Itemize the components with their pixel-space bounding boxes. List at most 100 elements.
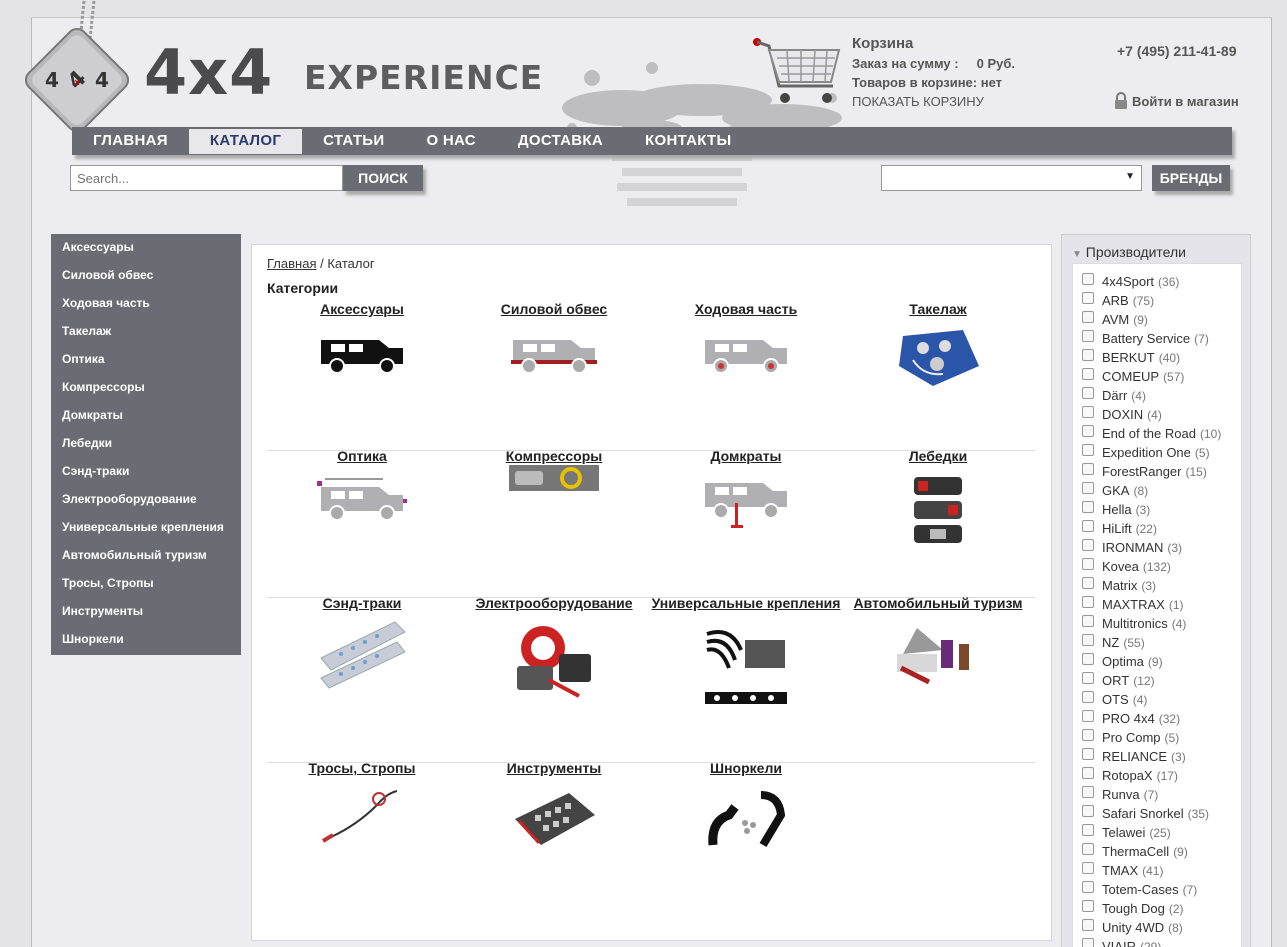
manufacturer-filter[interactable]: ThermaCell (9) (1073, 842, 1241, 861)
checkbox[interactable] (1082, 310, 1094, 323)
search-input[interactable] (70, 165, 343, 191)
checkbox[interactable] (1082, 614, 1094, 627)
manufacturer-filter[interactable]: MAXTRAX (1) (1073, 595, 1241, 614)
checkbox[interactable] (1082, 690, 1094, 703)
category-card[interactable]: Электрооборудование (459, 594, 649, 700)
checkbox[interactable] (1082, 785, 1094, 798)
manufacturer-name[interactable]: TMAX (1102, 863, 1138, 878)
checkbox[interactable] (1082, 481, 1094, 494)
manufacturer-name[interactable]: MAXTRAX (1102, 597, 1165, 612)
brands-button[interactable]: БРЕНДЫ (1152, 165, 1230, 191)
menu-item-about[interactable]: О НАС (405, 127, 496, 155)
manufacturer-name[interactable]: 4x4Sport (1102, 274, 1154, 289)
category-name[interactable]: Компрессоры (459, 447, 649, 465)
checkbox[interactable] (1082, 424, 1094, 437)
show-cart-link[interactable]: ПОКАЗАТЬ КОРЗИНУ (852, 92, 1015, 111)
category-name[interactable]: Такелаж (843, 300, 1033, 318)
manufacturer-filter[interactable]: Tough Dog (2) (1073, 899, 1241, 918)
sidebar-item[interactable]: Домкраты (51, 408, 241, 436)
manufacturer-name[interactable]: HiLift (1102, 521, 1132, 536)
checkbox[interactable] (1082, 937, 1094, 947)
sidebar-item[interactable]: Аксессуары (51, 240, 241, 268)
manufacturer-filter[interactable]: Unity 4WD (8) (1073, 918, 1241, 937)
sidebar-item[interactable]: Оптика (51, 352, 241, 380)
checkbox[interactable] (1082, 842, 1094, 855)
manufacturer-name[interactable]: Pro Comp (1102, 730, 1161, 745)
manufacturer-name[interactable]: BERKUT (1102, 350, 1155, 365)
checkbox[interactable] (1082, 595, 1094, 608)
checkbox[interactable] (1082, 329, 1094, 342)
manufacturer-name[interactable]: Expedition One (1102, 445, 1191, 460)
checkbox[interactable] (1082, 671, 1094, 684)
category-name[interactable]: Электрооборудование (459, 594, 649, 612)
manufacturer-name[interactable]: PRO 4x4 (1102, 711, 1155, 726)
manufacturer-name[interactable]: End of the Road (1102, 426, 1196, 441)
checkbox[interactable] (1082, 538, 1094, 551)
manufacturer-filter[interactable]: HiLift (22) (1073, 519, 1241, 538)
manufacturer-filter[interactable]: ORT (12) (1073, 671, 1241, 690)
manufacturer-filter[interactable]: Totem-Cases (7) (1073, 880, 1241, 899)
manufacturer-name[interactable]: Tough Dog (1102, 901, 1165, 916)
manufacturer-filter[interactable]: Hella (3) (1073, 500, 1241, 519)
category-card[interactable]: Домкраты (651, 447, 841, 529)
category-card[interactable]: Автомобильный туризм (843, 594, 1033, 686)
sidebar-item[interactable]: Сэнд-траки (51, 464, 241, 492)
manufacturer-name[interactable]: Multitronics (1102, 616, 1168, 631)
checkbox[interactable] (1082, 367, 1094, 380)
category-card[interactable]: Силовой обвес (459, 300, 649, 376)
sidebar-item[interactable]: Такелаж (51, 324, 241, 352)
category-card[interactable]: Компрессоры (459, 447, 649, 491)
category-card[interactable]: Ходовая часть (651, 300, 841, 376)
manufacturer-name[interactable]: Totem-Cases (1102, 882, 1179, 897)
checkbox[interactable] (1082, 386, 1094, 399)
category-card[interactable]: Инструменты (459, 759, 649, 853)
logo-tag-icon[interactable]: 4 4 4 x (10, 1, 150, 141)
sidebar-item[interactable]: Ходовая часть (51, 296, 241, 324)
manufacturer-filter[interactable]: RotopaX (17) (1073, 766, 1241, 785)
category-card[interactable]: Тросы, Стропы (267, 759, 457, 847)
manufacturer-filter[interactable]: COMEUP (57) (1073, 367, 1241, 386)
manufacturer-name[interactable]: Telawei (1102, 825, 1145, 840)
checkbox[interactable] (1082, 899, 1094, 912)
logo-sub-text[interactable]: EXPERIENCE (304, 58, 543, 97)
manufacturer-filter[interactable]: OTS (4) (1073, 690, 1241, 709)
checkbox[interactable] (1082, 804, 1094, 817)
category-card[interactable]: Такелаж (843, 300, 1033, 388)
manufacturer-name[interactable]: ORT (1102, 673, 1129, 688)
manufacturer-filter[interactable]: Multitronics (4) (1073, 614, 1241, 633)
checkbox[interactable] (1082, 462, 1094, 475)
brand-select[interactable]: ▼ (881, 165, 1142, 191)
checkbox[interactable] (1082, 557, 1094, 570)
category-card[interactable]: Сэнд-траки (267, 594, 457, 690)
manufacturer-filter[interactable]: Optima (9) (1073, 652, 1241, 671)
checkbox[interactable] (1082, 405, 1094, 418)
manufacturer-name[interactable]: AVM (1102, 312, 1129, 327)
logo-main-text[interactable]: 4x4 (144, 36, 273, 109)
category-card[interactable]: Оптика (267, 447, 457, 525)
checkbox[interactable] (1082, 291, 1094, 304)
category-card[interactable]: Шноркели (651, 759, 841, 851)
manufacturer-name[interactable]: Därr (1102, 388, 1127, 403)
sidebar-item[interactable]: Инструменты (51, 604, 241, 632)
manufacturer-name[interactable]: Battery Service (1102, 331, 1190, 346)
manufacturer-filter[interactable]: Safari Snorkel (35) (1073, 804, 1241, 823)
manufacturer-name[interactable]: Unity 4WD (1102, 920, 1164, 935)
manufacturers-header[interactable]: ▼ Производители (1062, 235, 1250, 263)
manufacturer-filter[interactable]: IRONMAN (3) (1073, 538, 1241, 557)
manufacturer-name[interactable]: COMEUP (1102, 369, 1159, 384)
category-name[interactable]: Оптика (267, 447, 457, 465)
manufacturer-filter[interactable]: ForestRanger (15) (1073, 462, 1241, 481)
manufacturer-name[interactable]: RELIANCE (1102, 749, 1167, 764)
checkbox[interactable] (1082, 633, 1094, 646)
category-card[interactable]: Универсальные крепления (651, 594, 841, 706)
checkbox[interactable] (1082, 652, 1094, 665)
manufacturer-filter[interactable]: Matrix (3) (1073, 576, 1241, 595)
manufacturer-name[interactable]: Kovea (1102, 559, 1139, 574)
cart-title[interactable]: Корзина (852, 34, 1015, 53)
manufacturer-filter[interactable]: DOXIN (4) (1073, 405, 1241, 424)
manufacturer-filter[interactable]: NZ (55) (1073, 633, 1241, 652)
category-name[interactable]: Аксессуары (267, 300, 457, 318)
category-name[interactable]: Домкраты (651, 447, 841, 465)
checkbox[interactable] (1082, 500, 1094, 513)
sidebar-item[interactable]: Компрессоры (51, 380, 241, 408)
